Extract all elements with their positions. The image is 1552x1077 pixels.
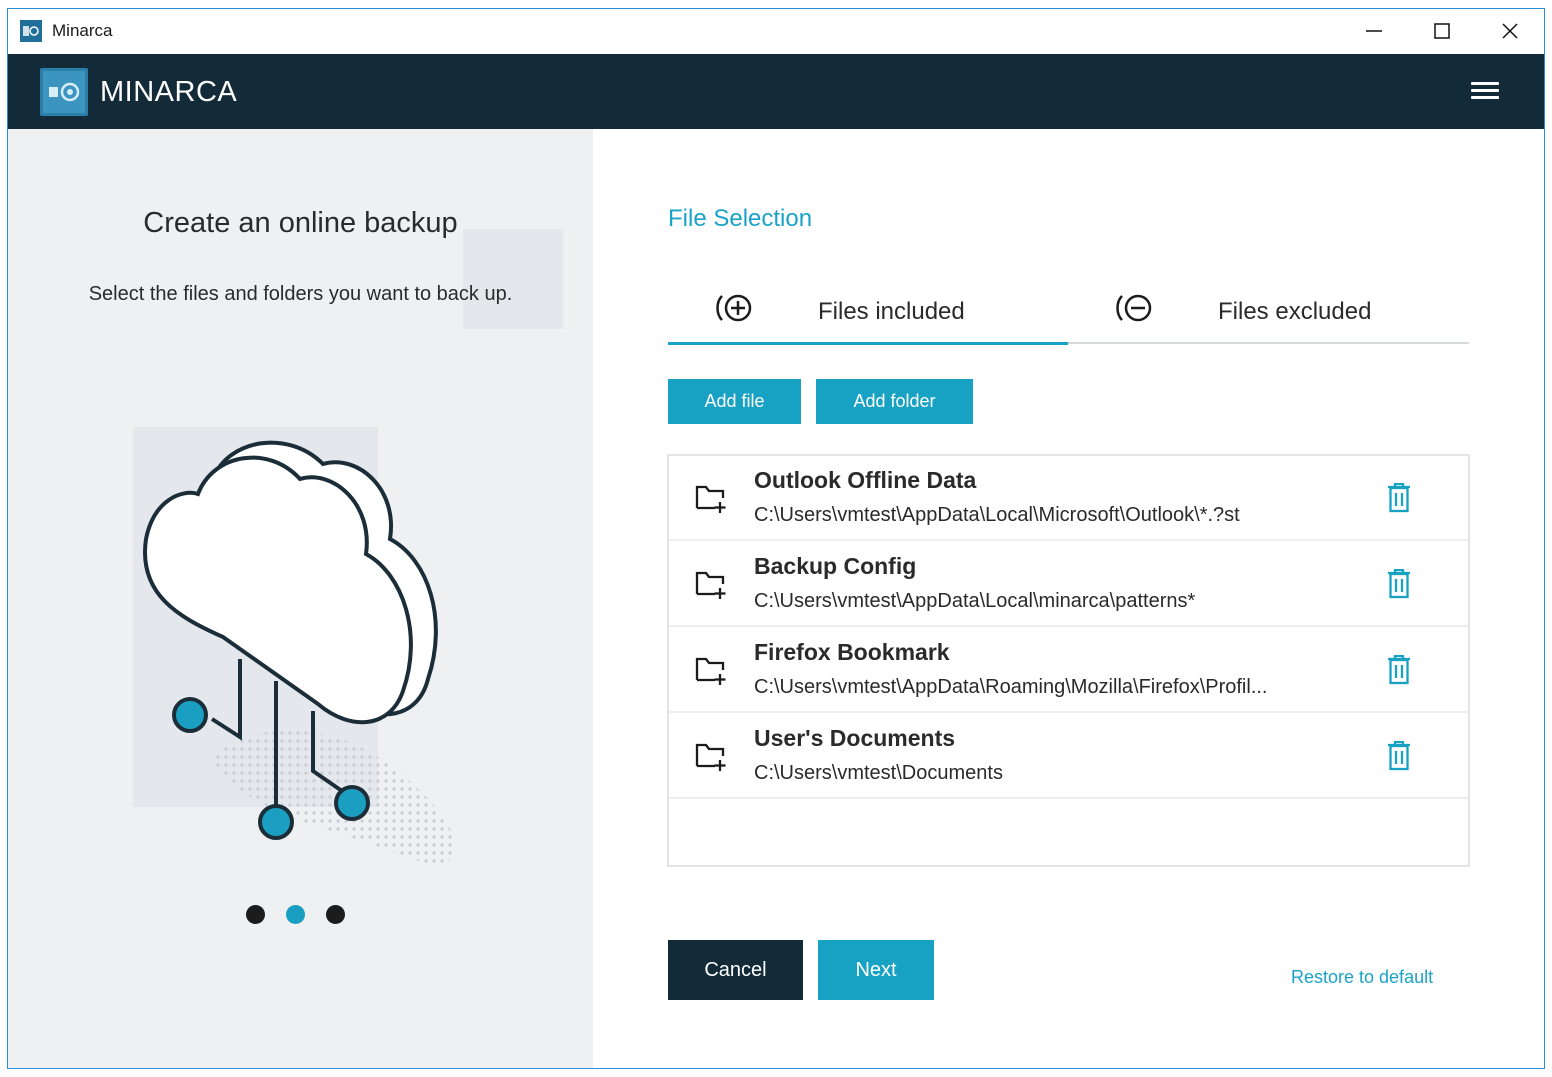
file-selection-panel: File Selection Files included Files excl… [593,129,1544,1068]
cloud-illustration [142,440,456,865]
pager-dot-1[interactable] [246,905,265,924]
file-list: Outlook Offline Data C:\Users\vmtest\App… [667,454,1470,867]
folder-add-icon [695,743,726,771]
close-icon [1502,23,1518,39]
panel-subtitle: Select the files and folders you want to… [88,283,513,305]
restore-default-link[interactable]: Restore to default [1291,967,1433,988]
close-button[interactable] [1476,9,1544,54]
panel-heading: Create an online backup [143,207,458,239]
title-bar: Minarca [8,9,1544,54]
trash-icon[interactable] [1387,655,1411,685]
selection-tabs: Files included Files excluded [668,274,1469,345]
minarca-logo-icon [40,68,88,116]
add-file-button[interactable]: Add file [668,379,801,424]
pager-dot-3[interactable] [326,905,345,924]
minimize-button[interactable] [1340,9,1408,54]
item-title: Outlook Offline Data [754,467,977,493]
hamburger-menu-icon[interactable] [1468,78,1502,106]
window-title: Minarca [52,21,113,40]
file-list-item[interactable]: User's Documents C:\Users\vmtest\Documen… [669,714,1468,799]
remove-circle-icon [1116,294,1152,322]
app-window: Minarca MINARCA Create an online backup … [7,8,1545,1069]
trash-icon[interactable] [1387,569,1411,599]
item-title: Firefox Bookmark [754,639,950,665]
item-path: C:\Users\vmtest\AppData\Roaming\Mozilla\… [754,676,1268,698]
trash-icon[interactable] [1387,483,1411,513]
brand-name: MINARCA [100,76,238,108]
item-path: C:\Users\vmtest\Documents [754,762,1003,784]
item-title: Backup Config [754,553,917,579]
item-path: C:\Users\vmtest\AppData\Local\Microsoft\… [754,504,1240,526]
app-icon [20,20,42,42]
file-list-item[interactable]: Backup Config C:\Users\vmtest\AppData\Lo… [669,542,1468,627]
add-folder-button[interactable]: Add folder [816,379,973,424]
intro-panel: Create an online backup Select the files… [8,129,593,1068]
tab-files-included[interactable]: Files included [668,274,1068,345]
folder-add-icon [695,485,726,513]
pager-dot-2-active[interactable] [286,905,305,924]
next-button[interactable]: Next [818,940,934,1000]
file-list-item[interactable]: Firefox Bookmark C:\Users\vmtest\AppData… [669,628,1468,713]
tab-label-excluded: Files excluded [1218,298,1372,325]
trash-icon[interactable] [1387,741,1411,771]
folder-add-icon [695,571,726,599]
item-path: C:\Users\vmtest\AppData\Local\minarca\pa… [754,590,1196,612]
item-title: User's Documents [754,725,956,751]
maximize-button[interactable] [1408,9,1476,54]
app-header: MINARCA [8,54,1544,129]
section-title: File Selection [668,205,813,232]
minimize-icon [1366,30,1382,32]
folder-add-icon [695,657,726,685]
cancel-button[interactable]: Cancel [668,940,803,1000]
tab-files-excluded[interactable]: Files excluded [1068,274,1468,344]
tab-label-included: Files included [818,298,965,325]
file-list-item[interactable]: Outlook Offline Data C:\Users\vmtest\App… [669,456,1468,541]
maximize-icon [1434,23,1450,39]
add-circle-icon [716,294,752,322]
